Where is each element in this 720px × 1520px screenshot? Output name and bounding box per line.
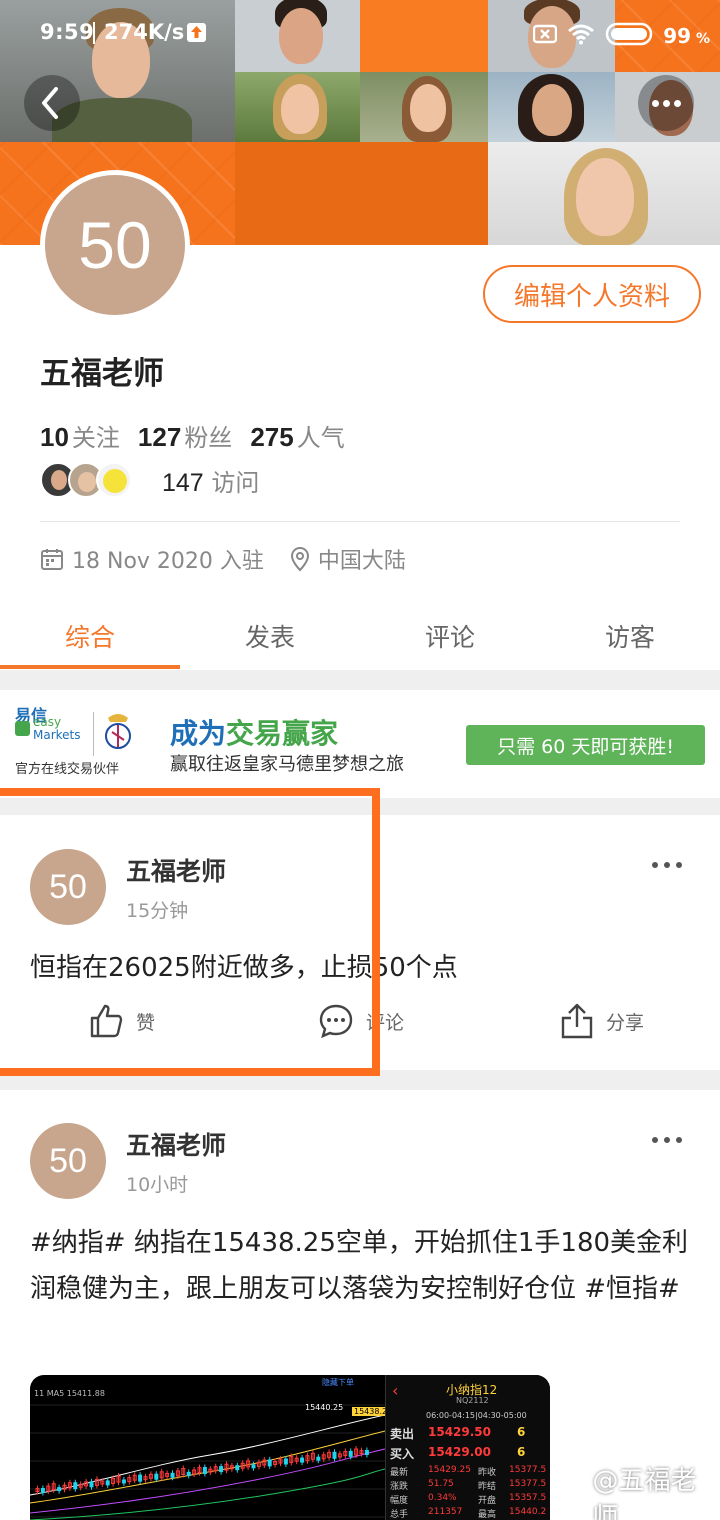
- divider: [40, 521, 680, 522]
- back-button[interactable]: [24, 75, 80, 131]
- chevron-left-icon: [42, 87, 58, 119]
- watermark-logo-icon: [566, 1491, 587, 1506]
- stat-following[interactable]: 10 关注: [40, 418, 120, 453]
- post-image-chart-screenshot[interactable]: 11 MA5 15411.88 隐藏下单 15440.25 15438.25 ‹…: [30, 1375, 550, 1520]
- post-card[interactable]: 50 五福老师 10小时 #纳指# 纳指在15438.25空单，开始抓住1手18…: [0, 1090, 720, 1520]
- post-more-button[interactable]: [652, 862, 682, 868]
- banner-photo-blonde-woman: [235, 72, 360, 142]
- profile-meta: 18 Nov 2020 入驻 中国大陆: [40, 543, 406, 575]
- watermark: @五福老师: [565, 1460, 720, 1520]
- thumbs-up-icon: [90, 1004, 123, 1038]
- quote-code: NQ2112: [456, 1396, 489, 1405]
- quote-session-time: 06:00-04:15|04:30-05:00: [426, 1411, 527, 1420]
- stat-popularity: 275 人气: [250, 422, 345, 452]
- chart-hide-order-button: 隐藏下单: [322, 1378, 354, 1387]
- comment-icon: [319, 1004, 353, 1039]
- status-network-speed: 274K/s: [104, 20, 185, 44]
- battery-icon: [605, 22, 653, 50]
- profile-tabs: 综合 发表 评论 访客: [0, 600, 720, 670]
- share-icon: [561, 1003, 593, 1039]
- stat-followers[interactable]: 127 粉丝: [138, 418, 232, 453]
- tab-comments[interactable]: 评论: [360, 600, 540, 670]
- easymarkets-logo-icon: [15, 721, 30, 736]
- ad-title: 成为交易赢家: [170, 717, 339, 750]
- post-author-name[interactable]: 五福老师: [126, 1126, 226, 1162]
- post-author-avatar[interactable]: 50: [30, 1123, 106, 1199]
- status-bar: 9:59 274K/s 99 %: [0, 0, 720, 70]
- joined-date: 18 Nov 2020 入驻: [72, 549, 264, 574]
- post-actions: 赞 评论 分享: [0, 1003, 720, 1053]
- post-card[interactable]: 50 五福老师 15分钟 恒指在26025附近做多，止损50个点 赞 评论 分享: [0, 815, 720, 1070]
- status-time: 9:59: [40, 20, 95, 44]
- calendar-icon: [40, 547, 64, 571]
- profile-avatar[interactable]: 50: [40, 170, 190, 320]
- visitors-row[interactable]: 147 访问: [40, 462, 259, 498]
- banner-photo-smiling-woman: [488, 142, 720, 245]
- banner-photo-woman: [360, 72, 488, 142]
- visitor-avatar: [96, 462, 132, 498]
- ad-banner[interactable]: 易信 easy Markets 官方在线交易伙伴 成为交易赢家 赢取往返皇家马德里…: [0, 690, 720, 798]
- ad-partner-text: 官方在线交易伙伴: [15, 762, 120, 777]
- ad-subtitle: 赢取往返皇家马德里梦想之旅: [170, 754, 404, 775]
- location-pin-icon: [290, 546, 310, 572]
- ad-brand-english: easy Markets: [33, 715, 81, 742]
- share-button[interactable]: 分享: [560, 1003, 644, 1039]
- post-text: 恒指在26025附近做多，止损50个点: [30, 953, 458, 983]
- edit-profile-button[interactable]: 编辑个人资料: [483, 265, 701, 323]
- tab-overview[interactable]: 综合: [0, 600, 180, 670]
- battery-percent: 99 %: [663, 24, 710, 48]
- post-time: 15分钟: [126, 900, 189, 922]
- ad-separator: [93, 712, 94, 756]
- post-author-name[interactable]: 五福老师: [126, 852, 226, 888]
- profile-stats: 10 关注 127 粉丝 275 人气: [40, 418, 345, 453]
- active-tab-indicator: [0, 665, 180, 669]
- post-time: 10小时: [126, 1174, 189, 1196]
- more-options-button[interactable]: [638, 75, 694, 131]
- chart-peak-label: 15440.25: [305, 1403, 344, 1412]
- chevron-left-icon: ‹: [392, 1381, 399, 1400]
- comment-button[interactable]: 评论: [318, 1003, 404, 1039]
- tab-posts[interactable]: 发表: [180, 600, 360, 670]
- upload-icon: [187, 23, 206, 42]
- quote-panel: ‹ 小纳指12 NQ2112 06:00-04:15|04:30-05:00 卖…: [385, 1375, 550, 1520]
- like-button[interactable]: 赞: [88, 1003, 155, 1039]
- real-madrid-crest-icon: [102, 712, 134, 752]
- profile-name: 五福老师: [40, 356, 164, 392]
- post-author-avatar[interactable]: 50: [30, 849, 106, 925]
- chart-ma-label: 11 MA5 15411.88: [34, 1389, 105, 1398]
- sim-x-icon: [533, 24, 558, 48]
- ad-cta-button[interactable]: 只需 60 天即可获胜!: [466, 725, 705, 765]
- wifi-icon: [567, 23, 595, 49]
- tab-visitors[interactable]: 访客: [540, 600, 720, 670]
- post-more-button[interactable]: [652, 1137, 682, 1143]
- location: 中国大陆: [317, 549, 406, 574]
- post-text: #纳指# 纳指在15438.25空单，开始抓住1手180美金利润稳健为主，跟上朋…: [30, 1228, 689, 1304]
- banner-photo-glasses-woman: [488, 72, 615, 142]
- visits-count: 147 访问: [162, 468, 260, 497]
